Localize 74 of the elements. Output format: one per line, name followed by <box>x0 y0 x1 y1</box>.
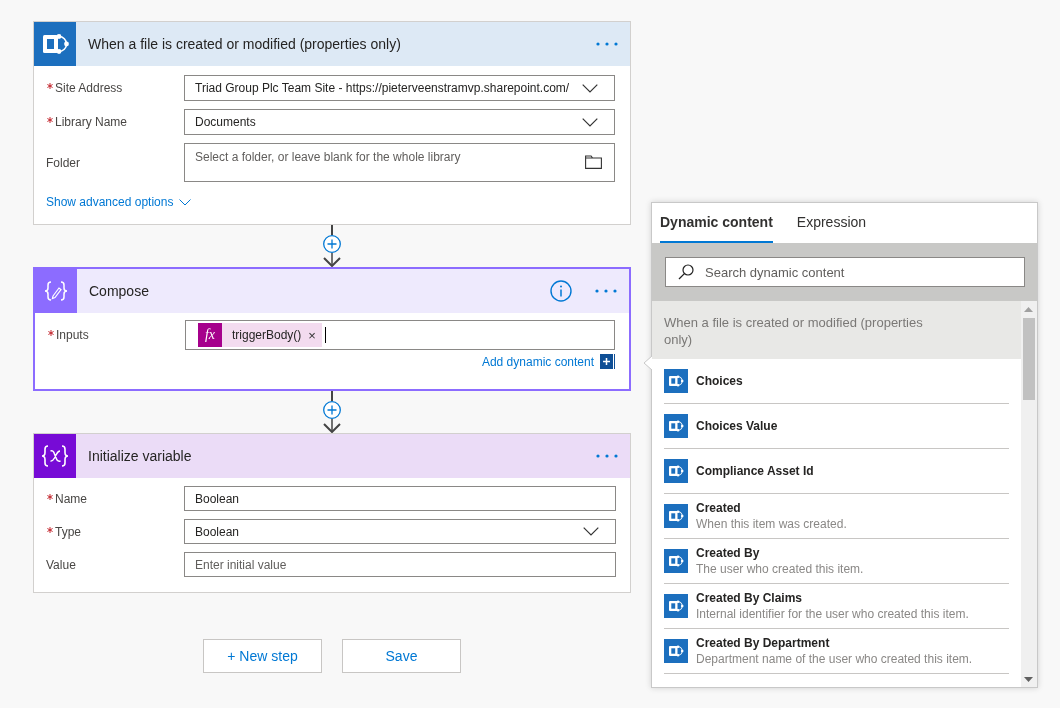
panel-tab[interactable]: Expression <box>796 203 867 243</box>
item-title: Created By <box>696 545 761 561</box>
more-options-icon[interactable] <box>596 42 618 46</box>
connector-line <box>331 391 333 401</box>
step-title: Initialize variable <box>88 448 192 464</box>
app-logo-icon <box>664 549 688 573</box>
item-title: Created By Department <box>696 635 831 651</box>
dropdown-field[interactable]: Boolean <box>184 519 616 544</box>
more-options-icon[interactable] <box>595 289 617 293</box>
item-title: Choices Value <box>696 418 778 434</box>
add-step-icon[interactable] <box>323 235 341 253</box>
dynamic-content-item[interactable]: Created By The user who created this item. <box>664 539 1009 584</box>
item-title: Created <box>696 500 742 516</box>
chevron-down-icon <box>582 83 598 93</box>
show-advanced-options-link[interactable]: Show advanced options <box>46 195 192 209</box>
dynamic-content-item[interactable]: Created When this item was created. <box>664 494 1009 539</box>
dynamic-content-item[interactable]: Created By Department Department name of the user who created this item. <box>664 629 1009 674</box>
item-description: Internal identifier for the user who created this item. <box>696 606 969 622</box>
item-title: Compliance Asset Id <box>696 463 814 479</box>
dropdown-field[interactable]: Documents <box>184 109 615 135</box>
action-button[interactable]: Save <box>342 639 461 673</box>
item-description: The user who created this item. <box>696 561 864 577</box>
app-logo-icon <box>664 504 688 528</box>
action-button[interactable]: + New step <box>203 639 322 673</box>
dynamic-content-item[interactable]: Compliance Asset Id <box>664 449 1009 494</box>
scrollbar-thumb[interactable] <box>1023 318 1035 400</box>
item-title: Created By Claims <box>696 590 804 606</box>
app-logo-icon <box>664 459 688 483</box>
scrollbar-track[interactable] <box>1021 301 1037 687</box>
app-logo-icon <box>664 414 688 438</box>
card-header[interactable]: Compose <box>35 269 629 313</box>
field-label: Site Address <box>55 81 123 95</box>
field-label: Inputs <box>56 328 89 342</box>
folder-icon[interactable] <box>585 155 602 169</box>
search-icon <box>678 264 694 280</box>
expression-input-field[interactable]: fx triggerBody() × <box>185 320 615 350</box>
info-icon[interactable] <box>550 280 572 302</box>
chevron-down-icon <box>582 117 598 127</box>
group-header: When a file is created or modified (properties only) <box>652 301 1021 359</box>
remove-token-button[interactable]: × <box>308 328 322 342</box>
item-description: When this item was created. <box>696 516 847 532</box>
scroll-down-icon[interactable] <box>1024 677 1033 682</box>
text-field[interactable]: Enter initial value <box>184 552 616 577</box>
app-logo-icon <box>664 369 688 393</box>
text-field[interactable]: Boolean <box>184 486 616 511</box>
dropdown-field[interactable]: Triad Group Plc Team Site - https://pieterveenstramvp.sharepoint.com/ <box>184 75 615 101</box>
add-dynamic-content-link[interactable]: Add dynamic content <box>481 354 615 369</box>
app-logo-icon <box>664 639 688 663</box>
card-header[interactable]: Initialize variable <box>34 434 630 478</box>
field-label: Value <box>46 557 76 572</box>
card-header[interactable]: When a file is created or modified (properties only) <box>34 22 630 66</box>
app-logo-icon <box>664 594 688 618</box>
plus-square-icon <box>600 354 615 369</box>
chevron-down-icon <box>583 527 599 536</box>
scroll-up-icon[interactable] <box>1024 307 1033 312</box>
field-label: Library Name <box>55 115 128 129</box>
function-tag: fx <box>198 323 222 347</box>
chevron-down-icon <box>179 198 192 206</box>
folder-field[interactable]: Select a folder, or leave blank for the whole library <box>184 143 615 182</box>
step-title: When a file is created or modified (properties only) <box>88 36 401 52</box>
item-title: Choices <box>696 373 743 389</box>
dynamic-content-item[interactable]: Created By Claims Internal identifier for the user who created this item. <box>664 584 1009 629</box>
connector-line <box>331 225 333 235</box>
field-label: Folder <box>46 155 80 170</box>
field-label: Name <box>55 491 87 506</box>
add-step-icon[interactable] <box>323 401 341 419</box>
search-field[interactable]: Search dynamic content <box>665 257 1025 287</box>
item-description: Department name of the user who created this item. <box>696 651 973 667</box>
token-text: triggerBody() <box>231 328 303 342</box>
dynamic-content-item[interactable]: Choices Value <box>664 404 1009 449</box>
step-title: Compose <box>89 283 149 299</box>
more-options-icon[interactable] <box>596 454 618 458</box>
field-label: Type <box>55 524 81 539</box>
dynamic-content-item[interactable]: Choices <box>664 359 1009 404</box>
